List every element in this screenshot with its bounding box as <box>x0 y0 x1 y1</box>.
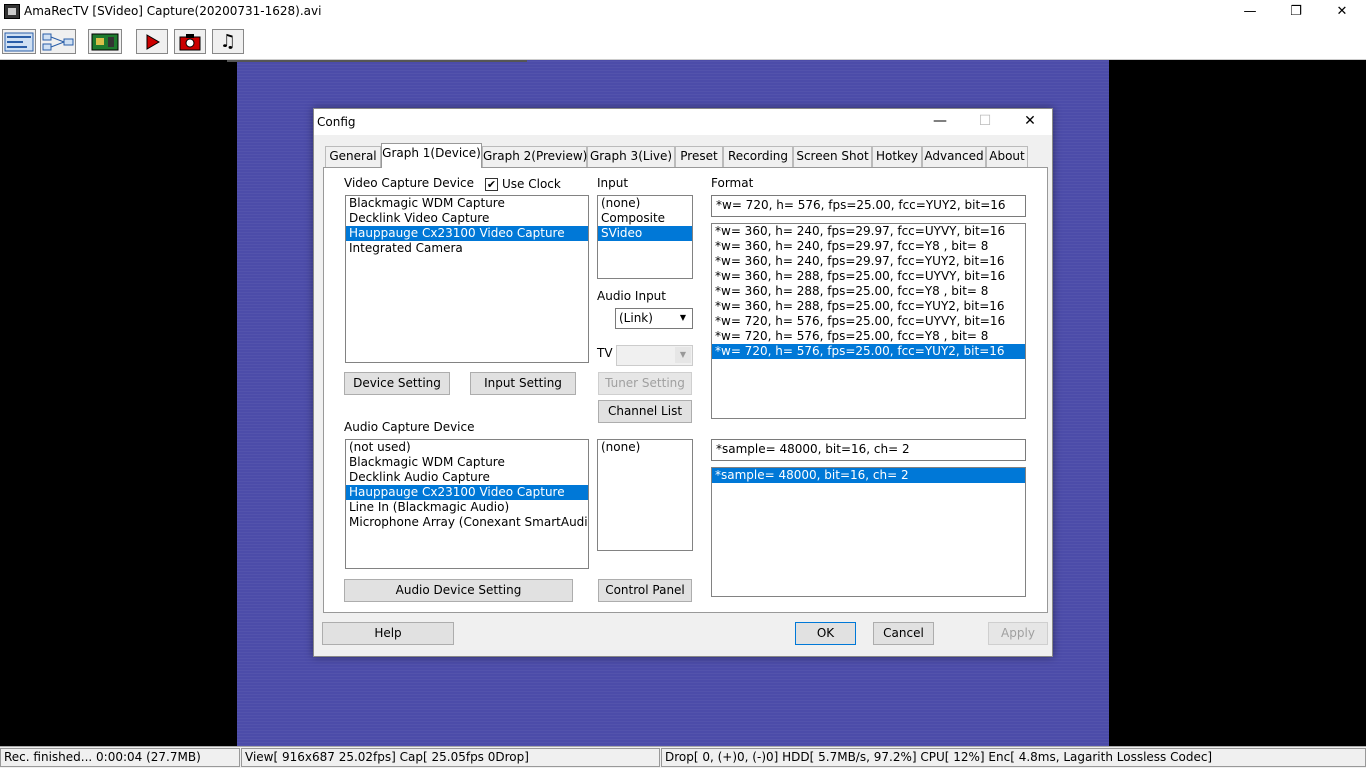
list-item[interactable]: *w= 360, h= 288, fps=25.00, fcc=UYVY, bi… <box>712 269 1025 284</box>
ok-button[interactable]: OK <box>795 622 856 645</box>
audio-device-setting-button[interactable]: Audio Device Setting <box>344 579 573 602</box>
tab-hotkey[interactable]: Hotkey <box>872 146 922 167</box>
use-clock-label: Use Clock <box>502 177 561 191</box>
window-title: AmaRecTV [SVideo] Capture(20200731-1628)… <box>24 4 322 18</box>
help-button[interactable]: Help <box>322 622 454 645</box>
list-item[interactable]: *w= 720, h= 576, fps=25.00, fcc=Y8 , bit… <box>712 329 1025 344</box>
tab-screen-shot[interactable]: Screen Shot <box>793 146 872 167</box>
audio-input-label: Audio Input <box>597 289 666 303</box>
list-item[interactable]: *sample= 48000, bit=16, ch= 2 <box>712 468 1025 483</box>
status-rec: Rec. finished... 0:00:04 (27.7MB) <box>0 748 240 767</box>
list-item[interactable]: *w= 720, h= 576, fps=25.00, fcc=UYVY, bi… <box>712 314 1025 329</box>
dialog-maximize-button: ☐ <box>978 113 992 129</box>
video-letterbox-left <box>0 60 237 746</box>
list-item[interactable]: *w= 360, h= 240, fps=29.97, fcc=Y8 , bit… <box>712 239 1025 254</box>
chevron-down-icon: ▼ <box>675 347 691 363</box>
list-item[interactable]: Hauppauge Cx23100 Video Capture <box>346 485 588 500</box>
list-item[interactable]: Composite <box>598 211 692 226</box>
tab-graph2-preview[interactable]: Graph 2(Preview) <box>482 146 587 167</box>
list-item[interactable]: *w= 360, h= 240, fps=29.97, fcc=UYVY, bi… <box>712 224 1025 239</box>
app-icon <box>4 4 20 19</box>
tab-advanced[interactable]: Advanced <box>922 146 986 167</box>
close-button[interactable]: ✕ <box>1319 0 1365 24</box>
list-item[interactable]: Line In (Blackmagic Audio) <box>346 500 588 515</box>
dialog-minimize-button[interactable]: — <box>917 109 963 135</box>
list-item[interactable]: Hauppauge Cx23100 Video Capture <box>346 226 588 241</box>
list-item[interactable]: Integrated Camera <box>346 241 588 256</box>
list-item[interactable]: Blackmagic WDM Capture <box>346 196 588 211</box>
list-item[interactable]: *w= 360, h= 288, fps=25.00, fcc=YUY2, bi… <box>712 299 1025 314</box>
audio-input-list[interactable]: (none) <box>597 439 693 551</box>
list-item[interactable]: Microphone Array (Conexant SmartAudio HD <box>346 515 588 530</box>
screenshot-button[interactable] <box>174 29 206 54</box>
chevron-down-icon: ▼ <box>675 310 691 326</box>
input-setting-button[interactable]: Input Setting <box>470 372 576 395</box>
config-button[interactable] <box>2 29 36 54</box>
play-button[interactable] <box>136 29 168 54</box>
list-item[interactable]: Decklink Audio Capture <box>346 470 588 485</box>
device-setting-button[interactable]: Device Setting <box>344 372 450 395</box>
camera-icon <box>179 33 201 50</box>
tab-graph3-live[interactable]: Graph 3(Live) <box>587 146 675 167</box>
use-clock-checkbox[interactable]: ✔ <box>485 178 498 191</box>
list-item[interactable]: *w= 360, h= 288, fps=25.00, fcc=Y8 , bit… <box>712 284 1025 299</box>
graph-button[interactable] <box>40 29 76 54</box>
control-panel-button[interactable]: Control Panel <box>598 579 692 602</box>
dialog-close-button[interactable]: ✕ <box>1007 109 1053 135</box>
tab-recording[interactable]: Recording <box>723 146 793 167</box>
apply-button: Apply <box>988 622 1048 645</box>
tab-preset[interactable]: Preset <box>675 146 723 167</box>
tab-general[interactable]: General <box>325 146 381 167</box>
video-device-list[interactable]: Blackmagic WDM Capture Decklink Video Ca… <box>345 195 589 363</box>
video-edge-line <box>227 60 527 62</box>
video-letterbox-right <box>1109 60 1366 746</box>
list-item[interactable]: (not used) <box>346 440 588 455</box>
tab-about[interactable]: About <box>986 146 1028 167</box>
tab-graph1-device[interactable]: Graph 1(Device) <box>381 143 482 168</box>
audio-device-list[interactable]: (not used) Blackmagic WDM Capture Deckli… <box>345 439 589 569</box>
list-item[interactable]: SVideo <box>598 226 692 241</box>
audio-input-value: (Link) <box>619 311 653 325</box>
list-item[interactable]: *w= 720, h= 576, fps=25.00, fcc=YUY2, bi… <box>712 344 1025 359</box>
play-icon <box>146 33 160 50</box>
audio-input-select[interactable]: (Link) ▼ <box>615 308 693 329</box>
format-current-field[interactable]: *w= 720, h= 576, fps=25.00, fcc=YUY2, bi… <box>711 195 1026 217</box>
audio-format-list[interactable]: *sample= 48000, bit=16, ch= 2 <box>711 467 1026 597</box>
dialog-title: Config <box>317 115 356 129</box>
tv-label: TV <box>597 346 613 360</box>
list-item[interactable]: (none) <box>598 440 692 455</box>
music-note-icon[interactable]: ♫ <box>212 29 244 54</box>
audio-capture-device-label: Audio Capture Device <box>344 420 475 434</box>
list-item[interactable]: Blackmagic WDM Capture <box>346 455 588 470</box>
cancel-button[interactable]: Cancel <box>873 622 934 645</box>
list-item[interactable]: *w= 360, h= 240, fps=29.97, fcc=YUY2, bi… <box>712 254 1025 269</box>
config-icon <box>4 32 34 51</box>
audio-format-current-field[interactable]: *sample= 48000, bit=16, ch= 2 <box>711 439 1026 461</box>
config-dialog: Config — ☐ ✕ General Graph 1(Device) Gra… <box>313 108 1053 657</box>
channel-list-button[interactable]: Channel List <box>598 400 692 423</box>
format-list[interactable]: *w= 360, h= 240, fps=29.97, fcc=UYVY, bi… <box>711 223 1026 419</box>
status-drop: Drop[ 0, (+)0, (-)0] HDD[ 5.7MB/s, 97.2%… <box>661 748 1366 767</box>
minimize-button[interactable]: — <box>1227 0 1273 24</box>
format-label: Format <box>711 176 754 190</box>
list-item[interactable]: Decklink Video Capture <box>346 211 588 226</box>
input-list[interactable]: (none) Composite SVideo <box>597 195 693 279</box>
tv-select: ▼ <box>616 345 693 366</box>
status-view: View[ 916x687 25.02fps] Cap[ 25.05fps 0D… <box>241 748 660 767</box>
input-label: Input <box>597 176 629 190</box>
device-card-icon <box>91 33 119 50</box>
video-capture-device-label: Video Capture Device <box>344 176 475 190</box>
device-card-button[interactable] <box>88 29 122 54</box>
graph-icon <box>42 33 74 50</box>
tuner-setting-button: Tuner Setting <box>598 372 692 395</box>
restore-button[interactable]: ❐ <box>1273 0 1319 24</box>
list-item[interactable]: (none) <box>598 196 692 211</box>
